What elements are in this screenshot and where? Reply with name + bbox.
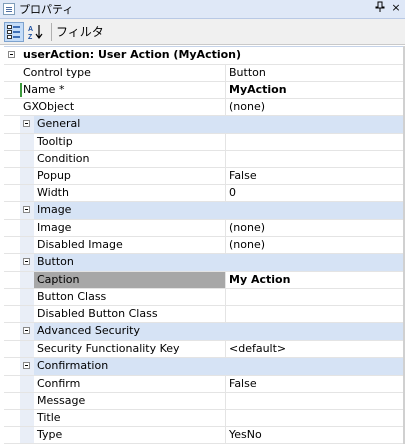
category-label: Button [34, 254, 405, 271]
svg-text:Z: Z [28, 34, 33, 40]
property-row[interactable]: Type YesNo [4, 427, 405, 444]
property-value[interactable]: 0 [226, 185, 405, 201]
property-value[interactable]: <default> [226, 341, 405, 357]
property-name: Title [34, 410, 226, 426]
category-label: Confirmation [34, 358, 405, 375]
category-confirmation[interactable]: Confirmation [4, 358, 405, 376]
property-value[interactable] [226, 306, 405, 322]
property-name: Disabled Button Class [34, 306, 226, 322]
property-row[interactable]: Message [4, 393, 405, 410]
property-name: Message [34, 393, 226, 409]
title-bar: プロパティ × [0, 0, 405, 19]
property-value[interactable] [226, 393, 405, 409]
filter-button[interactable]: フィルタ [56, 23, 104, 40]
category-button[interactable]: Button [4, 254, 405, 272]
collapse-icon[interactable] [8, 51, 15, 58]
categorized-icon [7, 24, 20, 39]
property-value[interactable] [226, 134, 405, 150]
property-row[interactable]: Condition [4, 151, 405, 168]
property-row[interactable]: Disabled Button Class [4, 306, 405, 323]
categorized-button[interactable] [4, 21, 24, 42]
property-name: Disabled Image [34, 237, 226, 253]
category-advanced-security[interactable]: Advanced Security [4, 323, 405, 341]
window-title: プロパティ [19, 3, 74, 16]
property-value[interactable]: (none) [226, 237, 405, 253]
property-value[interactable]: YesNo [226, 427, 405, 443]
property-name: Type [34, 427, 226, 443]
property-row[interactable]: Tooltip [4, 134, 405, 151]
category-image[interactable]: Image [4, 202, 405, 220]
root-category[interactable]: userAction: User Action (MyAction) [4, 47, 405, 65]
property-name: Popup [34, 168, 226, 184]
property-row[interactable]: Confirm False [4, 376, 405, 393]
property-value[interactable]: Button [226, 65, 405, 81]
property-row[interactable]: Image (none) [4, 220, 405, 237]
category-general[interactable]: General [4, 116, 405, 134]
collapse-icon[interactable] [23, 258, 30, 265]
property-name: Name * [20, 82, 226, 98]
property-value[interactable]: (none) [226, 220, 405, 236]
property-row[interactable]: Popup False [4, 168, 405, 185]
properties-icon [3, 3, 15, 15]
property-value[interactable]: My Action [226, 272, 405, 288]
required-marker [20, 83, 22, 97]
property-name: Tooltip [34, 134, 226, 150]
category-label: Advanced Security [34, 323, 405, 340]
property-name: Confirm [34, 376, 226, 392]
property-row[interactable]: Caption My Action [4, 272, 405, 289]
property-row[interactable]: Title [4, 410, 405, 427]
property-row[interactable]: Control type Button [4, 65, 405, 82]
collapse-icon[interactable] [23, 120, 30, 127]
property-row[interactable]: Name * MyAction [4, 82, 405, 99]
property-name: Caption [34, 272, 226, 288]
property-value[interactable]: (none) [226, 99, 405, 115]
collapse-icon[interactable] [23, 206, 30, 213]
property-name: Button Class [34, 289, 226, 305]
property-name: GXObject [20, 99, 226, 115]
property-row[interactable]: Button Class [4, 289, 405, 306]
category-label: General [34, 116, 405, 133]
property-value[interactable] [226, 410, 405, 426]
close-icon[interactable]: × [389, 1, 403, 15]
pin-icon[interactable] [373, 1, 387, 15]
property-row[interactable]: Disabled Image (none) [4, 237, 405, 254]
sort-az-icon: A Z [28, 24, 43, 40]
collapse-icon[interactable] [23, 362, 30, 369]
property-value[interactable]: False [226, 376, 405, 392]
property-value[interactable]: False [226, 168, 405, 184]
property-name: Condition [34, 151, 226, 167]
property-name: Security Functionality Key [34, 341, 226, 357]
property-name: Width [34, 185, 226, 201]
alphabetical-button[interactable]: A Z [26, 22, 46, 42]
property-grid: userAction: User Action (MyAction) Contr… [4, 46, 405, 444]
property-name: Image [34, 220, 226, 236]
root-category-label: userAction: User Action (MyAction) [23, 48, 242, 61]
property-row[interactable]: GXObject (none) [4, 99, 405, 116]
toolbar: A Z フィルタ [0, 19, 405, 45]
property-value[interactable] [226, 151, 405, 167]
toolbar-separator [51, 22, 52, 41]
collapse-icon[interactable] [23, 327, 30, 334]
svg-text:A: A [28, 26, 33, 33]
property-value[interactable]: MyAction [226, 82, 405, 98]
properties-window: プロパティ × A Z フィルタ userAction: User Action… [0, 0, 405, 444]
property-name: Control type [20, 65, 226, 81]
property-value[interactable] [226, 289, 405, 305]
property-row[interactable]: Width 0 [4, 185, 405, 202]
category-label: Image [34, 202, 405, 219]
property-row[interactable]: Security Functionality Key <default> [4, 341, 405, 358]
